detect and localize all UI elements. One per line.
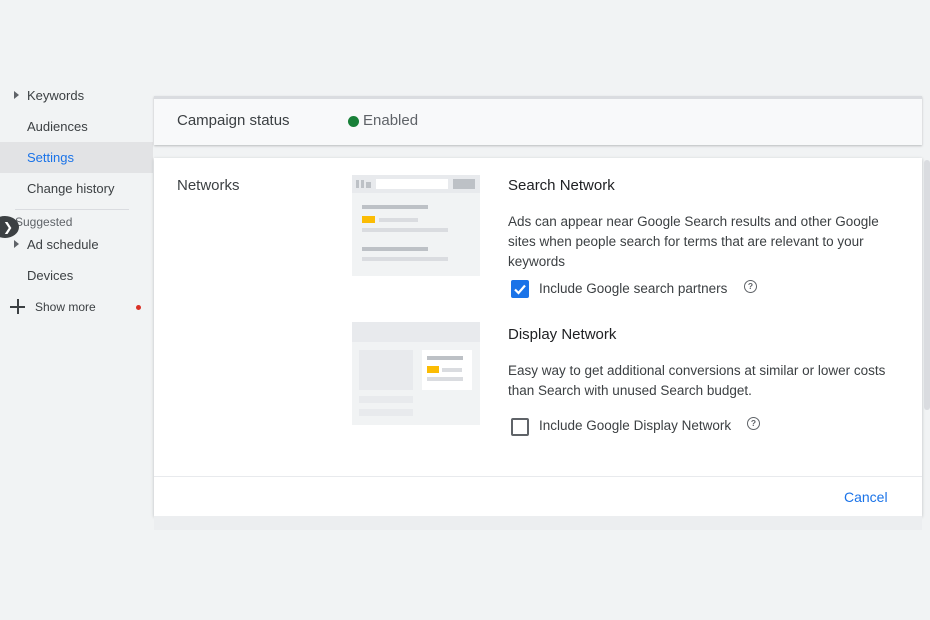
- card-footer-divider: [154, 476, 922, 477]
- display-network-title: Display Network: [508, 326, 617, 343]
- sidebar-item-label: Change history: [27, 181, 115, 196]
- campaign-status-panel[interactable]: Campaign status Enabled: [154, 96, 922, 145]
- sidebar-item-label: Keywords: [27, 88, 85, 103]
- plus-icon: [10, 299, 25, 314]
- search-partners-label: Include Google search partners: [539, 281, 728, 296]
- help-icon[interactable]: ?: [747, 417, 760, 430]
- sidebar-item-label: Settings: [27, 150, 74, 165]
- display-network-checkbox[interactable]: [511, 418, 529, 436]
- show-more-label: Show more: [35, 300, 96, 314]
- sidebar-item-settings[interactable]: Settings: [0, 142, 153, 173]
- caret-right-icon: [14, 91, 19, 99]
- card-shadow-area: [154, 516, 922, 530]
- campaign-status-value: Enabled: [363, 112, 419, 129]
- sidebar-item-audiences[interactable]: Audiences: [0, 111, 153, 142]
- display-network-label: Include Google Display Network: [539, 418, 732, 433]
- suggested-section-label: Suggested: [15, 215, 73, 229]
- sidebar-item-label: Ad schedule: [27, 237, 99, 252]
- networks-card: Networks Search Network Ads can appear n…: [154, 158, 922, 516]
- sidebar-item-label: Devices: [27, 268, 74, 283]
- scrollbar[interactable]: [924, 160, 930, 410]
- notification-dot: [136, 305, 141, 310]
- sidebar-item-devices[interactable]: Devices: [0, 260, 153, 291]
- checkmark-icon: [514, 284, 526, 295]
- sidebar-item-ad-schedule[interactable]: Ad schedule: [0, 229, 153, 260]
- caret-right-icon: [14, 240, 19, 248]
- chevron-right-icon: ❯: [2, 220, 14, 234]
- display-network-description: Easy way to get additional conversions a…: [508, 363, 886, 398]
- display-network-illustration: [352, 322, 480, 425]
- show-more-button[interactable]: Show more: [10, 296, 155, 318]
- search-network-title: Search Network: [508, 177, 615, 194]
- search-network-illustration: [352, 175, 480, 276]
- sidebar-item-keywords[interactable]: Keywords: [0, 80, 153, 111]
- sidebar-item-label: Audiences: [27, 119, 88, 134]
- help-icon[interactable]: ?: [744, 280, 757, 293]
- campaign-status-title: Campaign status: [177, 112, 290, 129]
- search-network-description: Ads can appear near Google Search result…: [508, 214, 879, 269]
- networks-label: Networks: [177, 177, 240, 194]
- cancel-button[interactable]: Cancel: [844, 489, 888, 505]
- search-partners-checkbox[interactable]: [511, 280, 529, 298]
- sidebar-item-change-history[interactable]: Change history: [0, 173, 153, 204]
- status-dot-icon: [348, 116, 359, 127]
- sidebar-divider: [15, 209, 129, 210]
